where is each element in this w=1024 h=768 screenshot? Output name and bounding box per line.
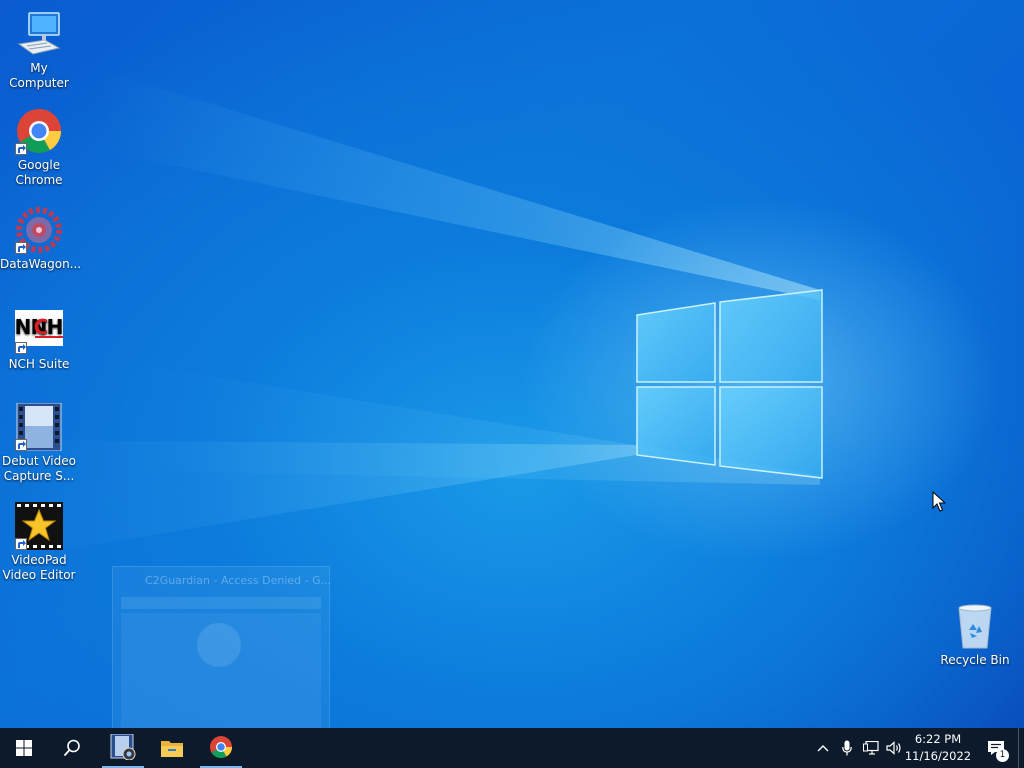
- chrome-icon: [15, 107, 63, 155]
- windows-logo-icon: [16, 740, 32, 756]
- volume-icon: [886, 741, 901, 755]
- debut-icon: [110, 734, 136, 760]
- shortcut-arrow-icon: [15, 439, 27, 451]
- taskbar-app-chrome[interactable]: [200, 728, 242, 768]
- taskbar-app-debut[interactable]: [102, 728, 144, 768]
- ghost-window-bar: [121, 597, 321, 609]
- desktop-icon-datawagon[interactable]: DataWagon...: [0, 206, 82, 272]
- desktop-icon-label: Recycle Bin: [940, 653, 1010, 667]
- taskbar: 6:22 PM 11/16/2022 1: [0, 728, 1024, 768]
- desktop-icon-google-chrome[interactable]: Google Chrome: [0, 107, 78, 188]
- ghost-window-hand-icon: [197, 623, 241, 667]
- folder-icon: [161, 741, 183, 757]
- mouse-cursor-icon: [932, 491, 946, 512]
- desktop-icon-debut-video-capture[interactable]: Debut Video Capture S...: [0, 402, 78, 484]
- shortcut-arrow-icon: [15, 143, 27, 155]
- desktop[interactable]: My Computer Google Chrome DataWagon... N…: [0, 0, 1024, 728]
- desktop-icon-label: Debut Video Capture S...: [2, 454, 76, 483]
- shortcut-arrow-icon: [15, 342, 27, 354]
- svg-text:H: H: [47, 315, 63, 339]
- desktop-icon-nch-suite[interactable]: N N C H NCH Suite: [0, 306, 78, 372]
- microphone-icon: [842, 740, 852, 756]
- chevron-up-icon: [817, 745, 829, 752]
- nch-logo-icon: N N C H: [15, 306, 63, 354]
- film-strip-icon: [15, 402, 63, 452]
- recycle-bin-icon: [951, 602, 999, 650]
- shortcut-arrow-icon: [15, 242, 27, 254]
- notification-count-badge: 1: [996, 749, 1009, 762]
- show-desktop-button[interactable]: [1018, 728, 1024, 768]
- chrome-icon: [210, 736, 232, 758]
- desktop-icon-videopad[interactable]: VideoPad Video Editor: [0, 502, 78, 583]
- clock-button[interactable]: 6:22 PM 11/16/2022: [904, 731, 972, 765]
- network-icon: [863, 741, 879, 755]
- clock-date: 11/16/2022: [904, 749, 972, 763]
- microphone-button[interactable]: [835, 728, 859, 768]
- desktop-icon-label: Google Chrome: [15, 158, 63, 187]
- clock-time: 6:22 PM: [914, 732, 962, 746]
- taskbar-app-file-explorer[interactable]: [150, 728, 194, 768]
- shortcut-arrow-icon: [15, 538, 27, 550]
- ghost-window: C2Guardian - Access Denied - G...: [112, 566, 332, 728]
- datawagon-gear-icon: [15, 206, 63, 254]
- search-button[interactable]: [48, 728, 96, 768]
- search-icon: [63, 739, 80, 757]
- desktop-icon-label: My Computer: [9, 61, 69, 90]
- show-hidden-icons-button[interactable]: [811, 728, 835, 768]
- svg-text:N: N: [15, 315, 31, 339]
- computer-icon: [15, 10, 63, 58]
- desktop-icon-my-computer[interactable]: My Computer: [0, 10, 78, 91]
- desktop-icon-label: NCH Suite: [8, 357, 70, 371]
- action-center-button[interactable]: 1: [978, 728, 1014, 768]
- desktop-icon-recycle-bin[interactable]: Recycle Bin: [936, 602, 1014, 668]
- start-button[interactable]: [0, 728, 48, 768]
- volume-button[interactable]: [882, 728, 906, 768]
- ghost-window-title: C2Guardian - Access Denied - G...: [145, 574, 332, 587]
- desktop-icon-label: DataWagon...: [0, 257, 82, 271]
- network-button[interactable]: [859, 728, 883, 768]
- desktop-icon-label: VideoPad Video Editor: [2, 553, 76, 582]
- star-film-icon: [15, 502, 63, 550]
